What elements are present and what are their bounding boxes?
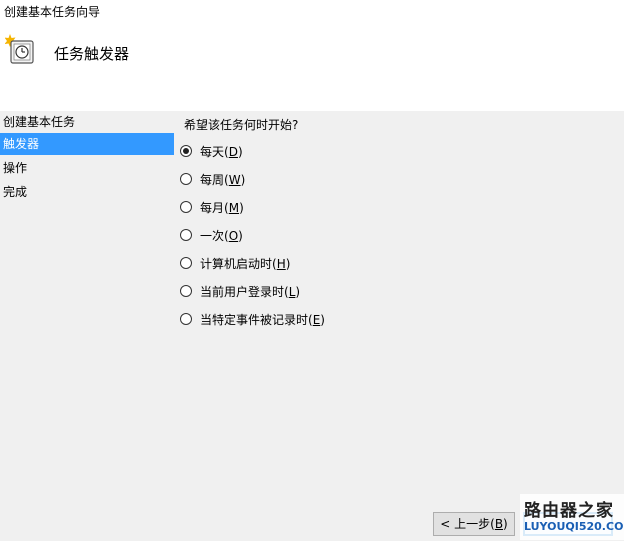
radio-button[interactable] <box>180 201 192 213</box>
sidebar-item-action[interactable]: 操作 <box>0 157 174 179</box>
radio-button[interactable] <box>180 257 192 269</box>
radio-label-on-event: 当特定事件被记录时(E) <box>200 313 325 327</box>
radio-button[interactable] <box>180 285 192 297</box>
radio-button[interactable] <box>180 229 192 241</box>
radio-label-once: 一次(O) <box>200 229 243 243</box>
radio-label-at-startup: 计算机启动时(H) <box>200 257 291 271</box>
wizard-steps-sidebar: 创建基本任务 触发器 操作 完成 <box>0 111 174 541</box>
radio-button-checked[interactable] <box>180 145 192 157</box>
trigger-options-panel: 希望该任务何时开始? 每天(D) 每周(W) 每月(M) 一次(O) 计算机启动… <box>174 111 624 541</box>
back-button[interactable]: < 上一步(B) <box>433 512 515 536</box>
window-title: 创建基本任务向导 <box>4 5 101 19</box>
clock-task-icon <box>5 34 34 64</box>
page-title: 任务触发器 <box>54 45 130 63</box>
radio-label-monthly: 每月(M) <box>200 201 244 215</box>
radio-button[interactable] <box>180 173 192 185</box>
radio-label-at-logon: 当前用户登录时(L) <box>200 285 301 299</box>
sidebar-item-create-basic-task[interactable]: 创建基本任务 <box>0 111 174 133</box>
radio-button[interactable] <box>180 313 192 325</box>
watermark-logo: 路由器之家 LUYOUQI520.COM <box>520 494 624 540</box>
radio-label-weekly: 每周(W) <box>200 173 246 187</box>
trigger-prompt: 希望该任务何时开始? <box>184 118 299 132</box>
sidebar-item-finish[interactable]: 完成 <box>0 181 174 203</box>
watermark-text: 路由器之家 <box>524 501 614 521</box>
wizard-header: 创建基本任务向导 任务触发器 <box>0 0 624 111</box>
watermark-url: LUYOUQI520.COM <box>524 520 624 533</box>
radio-label-daily: 每天(D) <box>200 145 243 159</box>
sidebar-item-trigger[interactable]: 触发器 <box>0 133 174 155</box>
